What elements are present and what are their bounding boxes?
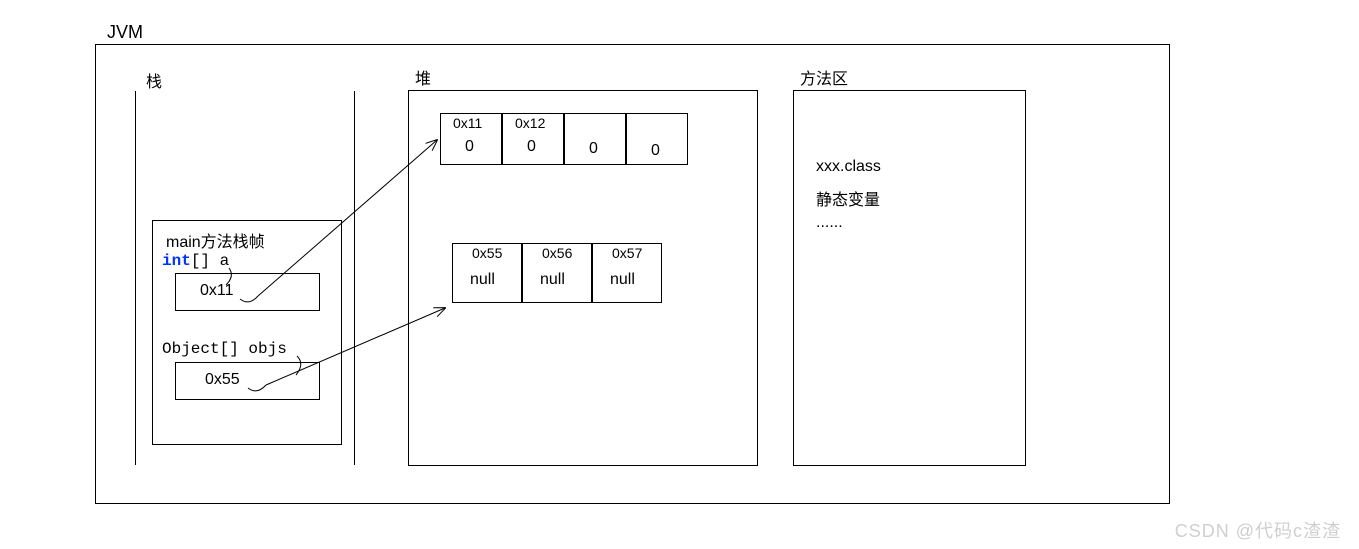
var1-decl: int[] a <box>162 252 229 270</box>
int-keyword: int <box>162 252 191 270</box>
heap-arr1-val-0: 0 <box>465 138 474 156</box>
heap-arr2-val-0: null <box>470 271 495 289</box>
jvm-title: JVM <box>107 22 143 43</box>
var2-decl: Object[] objs <box>162 340 287 358</box>
heap-arr1-addr-1: 0x12 <box>515 115 545 131</box>
var2-value-box <box>175 362 320 400</box>
stack-label: 栈 <box>146 68 162 92</box>
heap-label: 堆 <box>415 65 431 89</box>
method-area-line2: 静态变量 <box>816 186 880 210</box>
heap-arr2-addr-1: 0x56 <box>542 245 572 261</box>
var2-value: 0x55 <box>205 371 240 389</box>
var1-name: [] a <box>191 252 229 270</box>
heap-arr1-val-3: 0 <box>651 142 660 160</box>
heap-arr2-val-1: null <box>540 271 565 289</box>
var1-value: 0x11 <box>200 282 234 300</box>
heap-arr2-addr-0: 0x55 <box>472 245 502 261</box>
method-area-line3: ...... <box>816 214 843 232</box>
method-area-label: 方法区 <box>800 65 848 89</box>
heap-arr2-val-2: null <box>610 271 635 289</box>
method-area-box <box>793 90 1026 466</box>
var1-value-box <box>175 273 320 311</box>
heap-arr2-addr-2: 0x57 <box>612 245 642 261</box>
heap-arr1-val-2: 0 <box>589 140 598 158</box>
heap-arr1-val-1: 0 <box>527 138 536 156</box>
stack-frame-label: main方法栈帧 <box>166 228 265 252</box>
method-area-line1: xxx.class <box>816 158 881 176</box>
heap-arr1-addr-0: 0x11 <box>453 115 482 131</box>
watermark: CSDN @代码c渣渣 <box>1175 517 1341 543</box>
